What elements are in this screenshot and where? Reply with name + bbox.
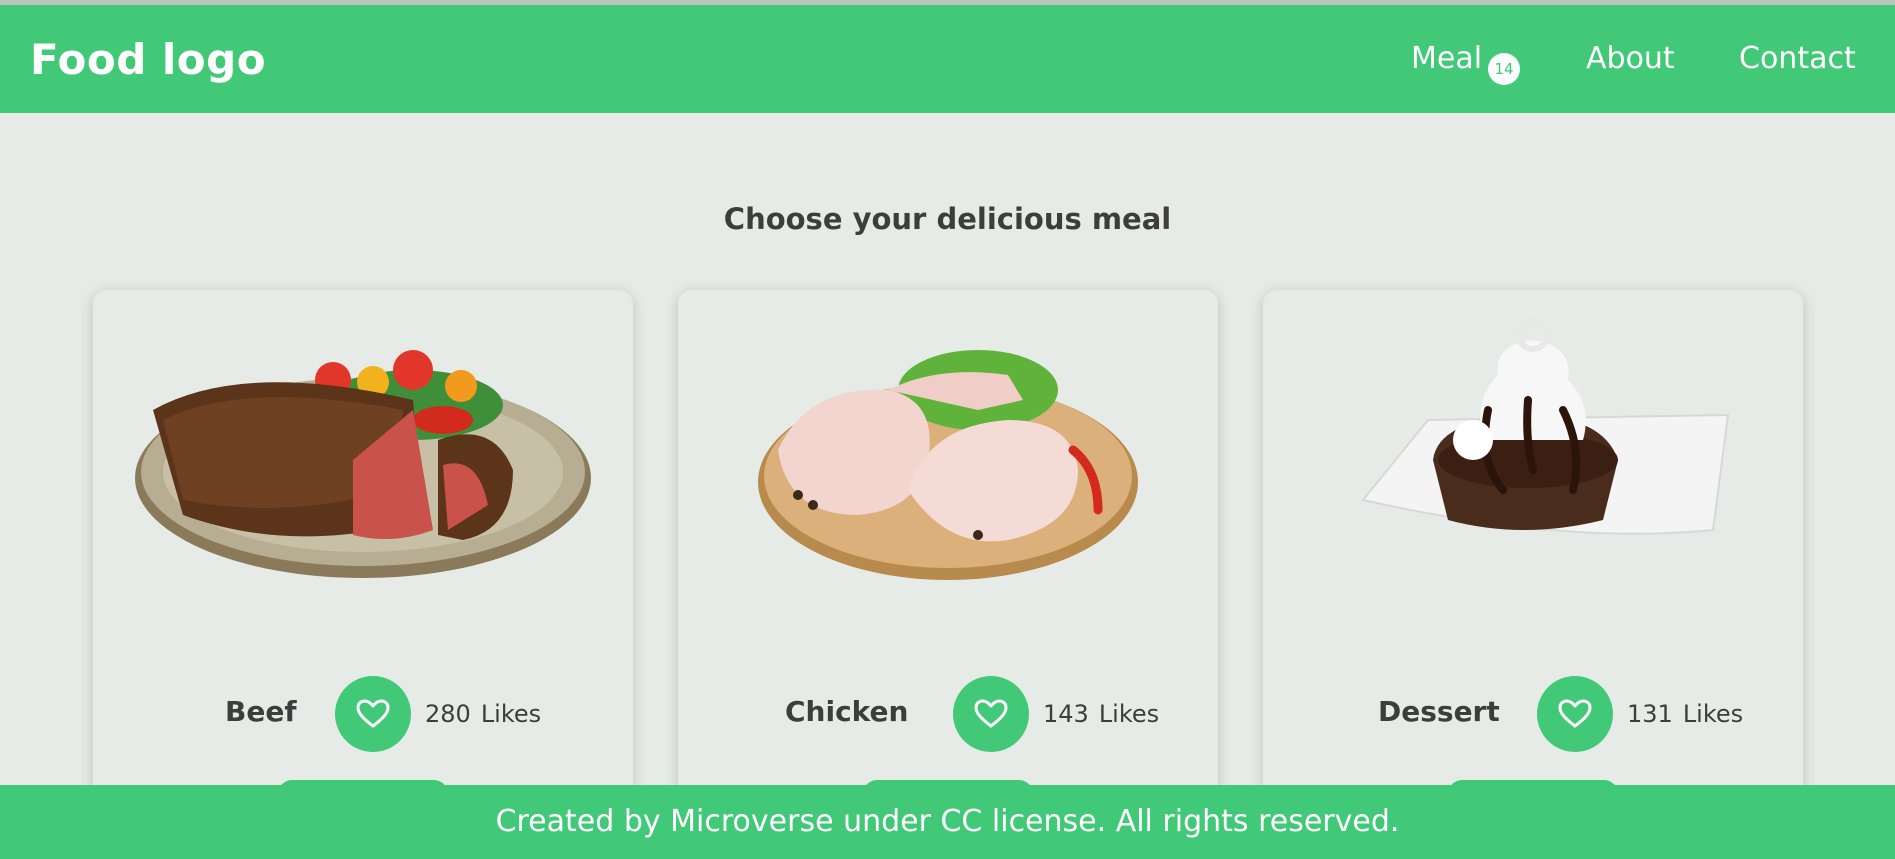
chicken-image [758, 350, 1138, 580]
meal-card-chicken: Chicken 143 Likes [678, 290, 1218, 859]
heart-icon [356, 699, 390, 728]
nav-about-link[interactable]: About [1586, 41, 1675, 76]
meal-card-beef: Beef 280 Likes [93, 290, 633, 859]
likes-count: 143 Likes [1043, 700, 1159, 728]
meal-count-badge: 14 [1488, 53, 1521, 85]
likes-number: 143 [1043, 700, 1089, 728]
meal-name: Dessert [1378, 695, 1500, 728]
likes-count: 131 Likes [1627, 700, 1743, 728]
meal-card-dessert: Dessert 131 Likes [1263, 290, 1803, 859]
meal-name: Beef [225, 695, 297, 728]
likes-label: Likes [1098, 700, 1160, 728]
like-button[interactable] [953, 676, 1029, 752]
likes-number: 280 [425, 700, 471, 728]
likes-label: Likes [1682, 700, 1744, 728]
heart-icon [1558, 699, 1592, 728]
meal-name: Chicken [785, 695, 909, 728]
site-header: Food logo Meal 14 About Contact [0, 5, 1895, 113]
like-button[interactable] [1537, 676, 1613, 752]
likes-number: 131 [1627, 700, 1673, 728]
page-title: Choose your delicious meal [723, 202, 1172, 236]
dessert-image [1361, 318, 1730, 535]
site-footer: Created by Microverse under CC license. … [0, 785, 1895, 859]
beef-image [135, 350, 591, 578]
nav-meal-link[interactable]: Meal 14 [1411, 41, 1521, 85]
nav-meal-label: Meal [1411, 41, 1483, 76]
likes-label: Likes [480, 700, 542, 728]
nav-contact-link[interactable]: Contact [1739, 41, 1856, 76]
site-logo[interactable]: Food logo [30, 35, 266, 84]
likes-count: 280 Likes [425, 700, 541, 728]
like-button[interactable] [335, 676, 411, 752]
heart-icon [974, 699, 1008, 728]
